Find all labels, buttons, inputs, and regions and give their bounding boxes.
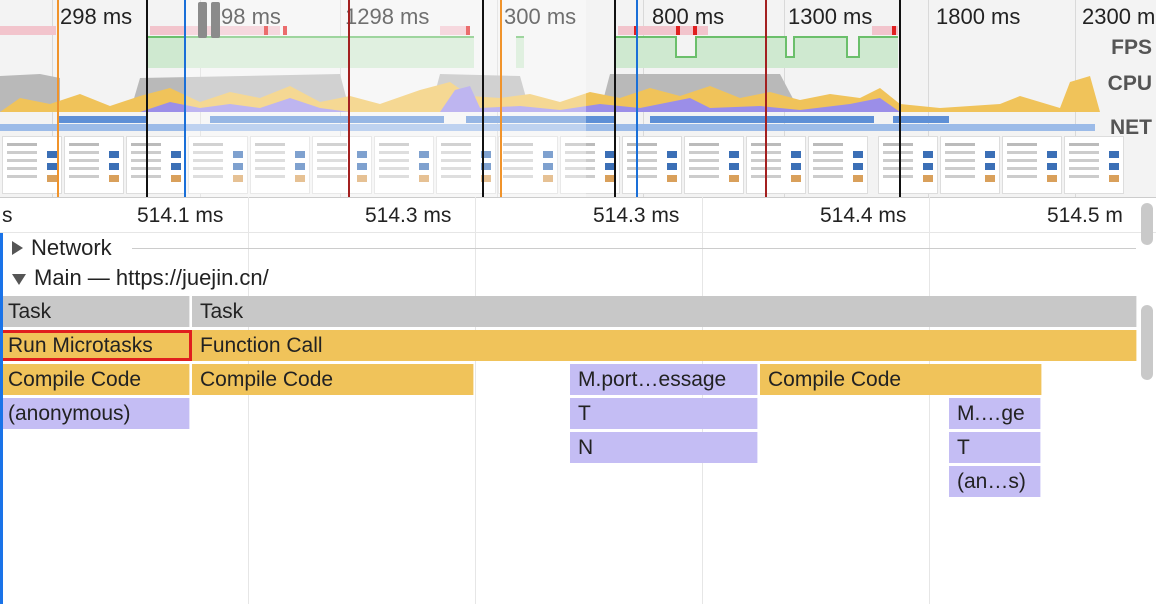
current-time-indicator <box>0 233 3 604</box>
fps-dip <box>846 36 860 58</box>
screenshot-thumbnail[interactable] <box>1002 136 1062 194</box>
timeline-overview[interactable]: 298 ms 98 ms 1298 ms 300 ms 800 ms 1300 … <box>0 0 1156 197</box>
selection-right-handle[interactable] <box>211 2 220 38</box>
overview-selection-window[interactable] <box>186 0 586 197</box>
ruler-tick-label: 514.5 m <box>1047 204 1123 227</box>
screenshot-thumbnail[interactable] <box>64 136 124 194</box>
track-divider <box>132 248 1136 249</box>
ruler-scrollbar-thumb[interactable] <box>1141 203 1153 245</box>
flame-event-js-call[interactable]: (an…s) <box>949 466 1041 497</box>
flame-event-js-call[interactable]: M.port…essage <box>570 364 758 395</box>
screenshot-thumbnail[interactable] <box>878 136 938 194</box>
screenshot-thumbnail[interactable] <box>126 136 186 194</box>
network-track-header[interactable]: Network <box>0 233 112 263</box>
event-marker-line <box>500 0 502 197</box>
fps-dip <box>785 36 795 58</box>
overview-tick-label: 298 ms <box>60 4 133 29</box>
ruler-grid-line <box>929 197 930 604</box>
time-ruler[interactable]: s 514.1 ms 514.3 ms 514.3 ms 514.4 ms 51… <box>0 197 1156 233</box>
ruler-grid-line <box>248 197 249 604</box>
screenshot-thumbnail[interactable] <box>1064 136 1124 194</box>
event-marker-line <box>146 0 148 197</box>
flame-event-task[interactable]: Task <box>0 296 190 327</box>
ruler-tick-label: 514.3 ms <box>365 204 452 227</box>
overview-tick-label: 2300 m <box>1082 4 1156 29</box>
cpu-lane-label: CPU <box>1107 72 1152 95</box>
screenshot-thumbnail[interactable] <box>808 136 868 194</box>
network-request-bar <box>893 116 949 123</box>
flame-event-task[interactable]: Task <box>192 296 1137 327</box>
ruler-grid-line <box>475 197 476 604</box>
dropped-frame-marker <box>693 26 697 35</box>
screenshot-thumbnail[interactable] <box>940 136 1000 194</box>
screenshot-thumbnail[interactable] <box>746 136 806 194</box>
main-track-label: Main — https://juejin.cn/ <box>34 265 269 290</box>
main-track-header[interactable]: Main — https://juejin.cn/ <box>0 263 269 293</box>
dropped-frame-marker <box>892 26 896 35</box>
flame-event-function-call[interactable]: Function Call <box>192 330 1137 361</box>
frame-bar <box>0 26 56 35</box>
collapse-arrow-icon[interactable] <box>12 274 26 285</box>
dropped-frame-marker <box>676 26 680 35</box>
event-marker-line <box>614 0 616 197</box>
flame-event-js-call[interactable]: T <box>570 398 758 429</box>
flame-event-compile-code[interactable]: Compile Code <box>192 364 474 395</box>
screenshot-thumbnail[interactable] <box>622 136 682 194</box>
flame-event-compile-code[interactable]: Compile Code <box>0 364 190 395</box>
flame-event-js-call[interactable]: N <box>570 432 758 463</box>
flame-chart-scrollbar-thumb[interactable] <box>1141 305 1153 380</box>
ruler-tick-label: 514.1 ms <box>137 204 224 227</box>
event-marker-line <box>899 0 901 197</box>
event-marker-line <box>57 0 59 197</box>
fps-dip <box>675 36 697 58</box>
event-marker-line <box>765 0 767 197</box>
event-marker-line <box>636 0 638 197</box>
event-marker-line <box>348 0 350 197</box>
flame-event-js-call[interactable]: T <box>949 432 1041 463</box>
flame-event-js-call[interactable]: (anonymous) <box>0 398 190 429</box>
overview-tick-label: 1800 ms <box>936 4 1021 29</box>
ruler-tick-label: 514.3 ms <box>593 204 680 227</box>
ruler-tick-label: s <box>2 204 13 227</box>
network-track-label: Network <box>31 235 112 260</box>
network-request-bar <box>650 116 874 123</box>
event-marker-line <box>184 0 186 197</box>
event-marker-line <box>482 0 484 197</box>
ruler-tick-label: 514.4 ms <box>820 204 907 227</box>
flame-event-run-microtasks[interactable]: Run Microtasks <box>0 330 192 361</box>
screenshot-thumbnail[interactable] <box>684 136 744 194</box>
screenshot-thumbnail[interactable] <box>2 136 62 194</box>
network-request-bar <box>58 116 148 123</box>
selection-left-handle[interactable] <box>198 2 207 38</box>
fps-lane-label: FPS <box>1111 36 1152 59</box>
flame-event-compile-code[interactable]: Compile Code <box>760 364 1042 395</box>
overview-tick-label: 1300 ms <box>788 4 873 29</box>
expand-arrow-icon[interactable] <box>12 241 23 255</box>
flame-event-js-call[interactable]: M.…ge <box>949 398 1041 429</box>
